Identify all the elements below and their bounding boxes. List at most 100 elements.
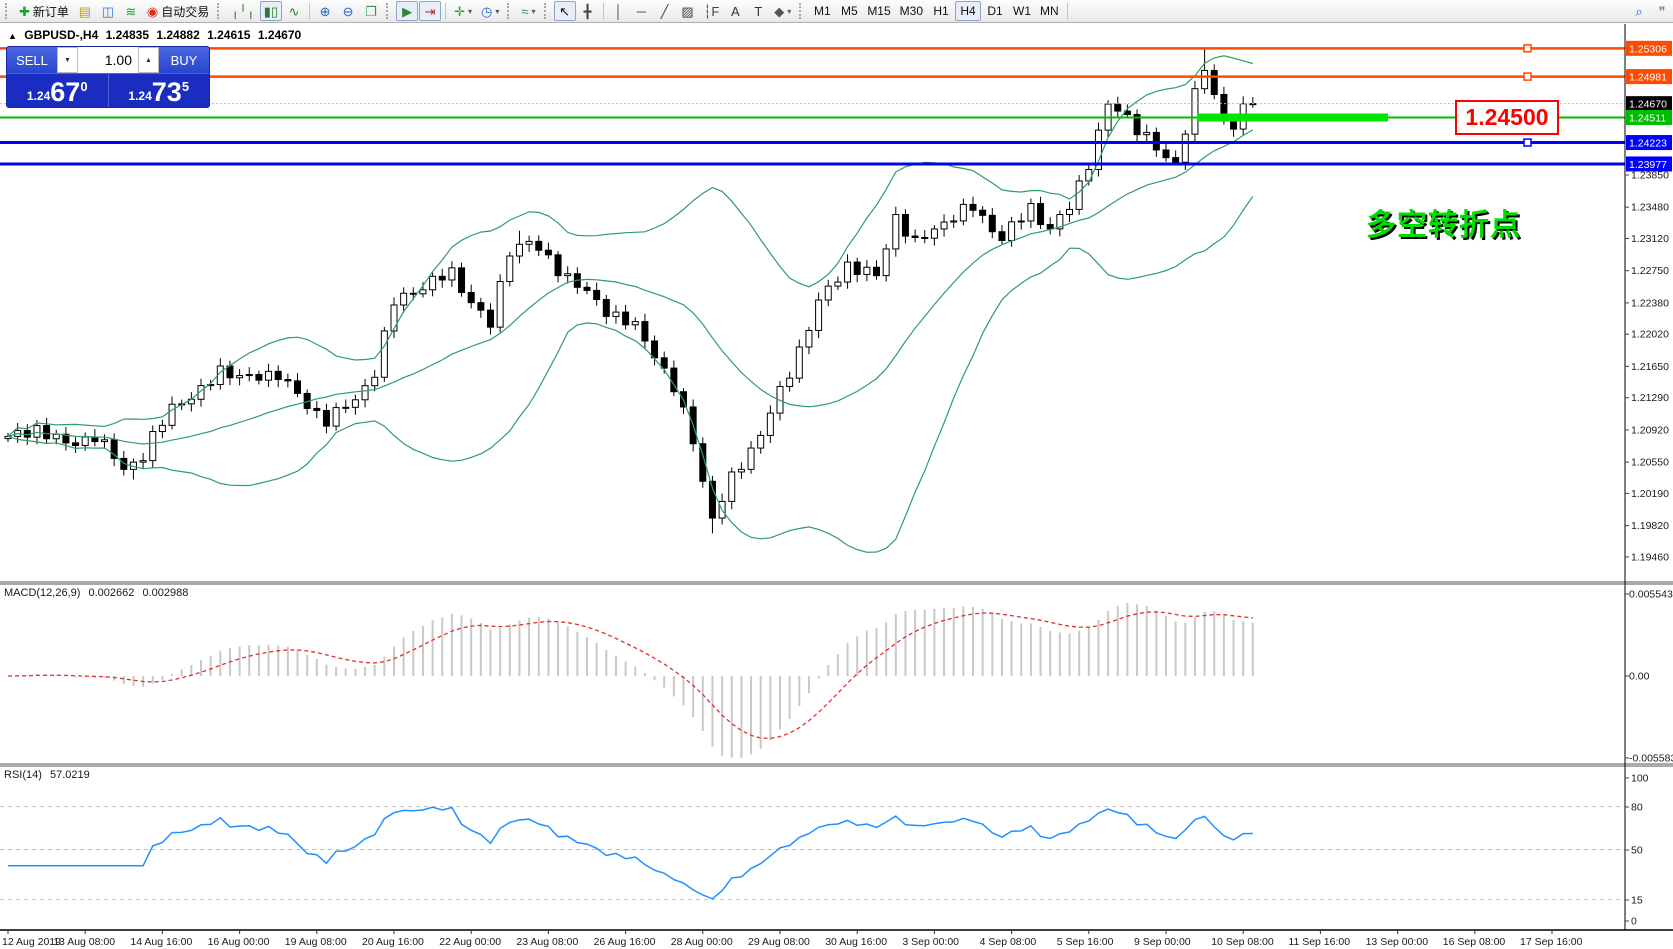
- zoom-out-icon: ⊖: [342, 3, 354, 19]
- time-tick-label: 17 Sep 16:00: [1520, 936, 1583, 948]
- candle-body: [477, 302, 485, 311]
- resistance-line-anchor[interactable]: [1523, 72, 1532, 81]
- time-tick-label: 30 Aug 16:00: [825, 936, 887, 948]
- resistance-line-tag-label: 1.24981: [1629, 72, 1667, 84]
- timeframe-m30-button[interactable]: M30: [896, 1, 927, 21]
- timeframe-m5-button[interactable]: M5: [836, 1, 862, 21]
- text-label-button[interactable]: T: [747, 1, 769, 21]
- timeframe-m15-button[interactable]: M15: [863, 1, 894, 21]
- buy-button[interactable]: BUY: [159, 47, 209, 73]
- price-annotation-box[interactable]: 1.24500: [1455, 100, 1559, 135]
- bar-chart-button[interactable]: ╷╵╷: [227, 1, 258, 21]
- auto-scroll-button[interactable]: ▶: [396, 1, 419, 21]
- tile-windows-button[interactable]: ❐: [360, 1, 382, 21]
- support-line-upper-anchor[interactable]: [1523, 138, 1532, 147]
- toolbar-sep: [445, 3, 447, 19]
- candle-body: [815, 299, 823, 331]
- timeframe-m5-button-label: M5: [840, 4, 858, 18]
- buy-price[interactable]: 1.24 73 5: [108, 74, 209, 107]
- timeframe-d1-button[interactable]: D1: [982, 1, 1008, 21]
- time-tick-label: 16 Sep 08:00: [1443, 936, 1506, 948]
- time-tick-label: 29 Aug 08:00: [748, 936, 810, 948]
- market-watch-button[interactable]: ▤: [74, 1, 96, 21]
- resistance-line-upper-anchor[interactable]: [1523, 44, 1532, 53]
- vertical-line-button[interactable]: │: [608, 1, 630, 21]
- timeframe-h1-button[interactable]: H1: [928, 1, 954, 21]
- candle-body: [554, 254, 562, 277]
- autotrading-button[interactable]: ◉ 自动交易: [143, 1, 213, 21]
- candle-body: [950, 220, 958, 223]
- zoom-out-button[interactable]: ⊖: [337, 1, 359, 21]
- pivot-line-highlight[interactable]: [1197, 113, 1388, 122]
- candle-body: [284, 379, 292, 382]
- text-button[interactable]: A: [724, 1, 746, 21]
- line-chart-icon: ∿: [288, 3, 300, 19]
- equidistant-channel-button[interactable]: ▨: [677, 1, 699, 21]
- timeframe-w1-button[interactable]: W1: [1009, 1, 1035, 21]
- search-button[interactable]: ⌕: [1628, 1, 1650, 21]
- data-window-button[interactable]: ◫: [97, 1, 119, 21]
- toolbar-grip: [543, 3, 550, 19]
- toolbar-sep: [1066, 3, 1068, 19]
- candle-body: [612, 311, 620, 317]
- line-chart-button[interactable]: ∿: [283, 1, 305, 21]
- cursor-button[interactable]: ↖: [553, 1, 576, 21]
- collapse-panel-icon[interactable]: ▲: [8, 31, 17, 41]
- candle-body: [110, 439, 118, 459]
- candle-body: [651, 340, 659, 359]
- timeframe-m1-button[interactable]: M1: [809, 1, 835, 21]
- rsi-tick-label: 100: [1631, 773, 1649, 785]
- volume-up-button[interactable]: ▲: [138, 47, 159, 73]
- fibonacci-button[interactable]: ┆F: [700, 1, 724, 21]
- timeframe-mn-button[interactable]: MN: [1036, 1, 1063, 21]
- signals-button[interactable]: ≋: [120, 1, 142, 21]
- bollinger-bands: [7, 55, 1254, 553]
- candle-body: [139, 460, 147, 463]
- timeframe-h4-button[interactable]: H4: [955, 1, 981, 21]
- candle-body: [1181, 133, 1189, 163]
- crosshair-button[interactable]: ╋: [577, 1, 599, 21]
- chart-canvas[interactable]: 1.253061.249811.246701.245111.242231.239…: [0, 0, 1673, 949]
- candle-body: [998, 231, 1006, 241]
- price-tick-label: 1.22750: [1631, 265, 1669, 277]
- rsi-tick-label: 80: [1631, 802, 1643, 814]
- new-order-button[interactable]: ✚ 新订单: [15, 1, 73, 21]
- price-tick-label: 1.21290: [1631, 392, 1669, 404]
- candle-body: [361, 385, 369, 401]
- sell-button[interactable]: SELL: [7, 47, 57, 73]
- chart-shift-button[interactable]: ⇥: [419, 1, 442, 21]
- search-icon: ⌕: [1635, 3, 1643, 19]
- rsi-name: RSI(14): [4, 769, 42, 781]
- chat-button[interactable]: ❞: [1651, 1, 1673, 21]
- candle-body: [786, 377, 794, 387]
- macd-tick-label: 0.00: [1629, 671, 1650, 683]
- horizontal-line-button[interactable]: ─: [631, 1, 653, 21]
- candle-body: [101, 439, 108, 443]
- turning-point-annotation[interactable]: 多空转折点: [1366, 200, 1521, 244]
- sell-price[interactable]: 1.24 67 0: [7, 74, 109, 107]
- candle-body: [515, 243, 523, 257]
- candle-body: [834, 281, 842, 287]
- trendline-button[interactable]: ╱: [654, 1, 676, 21]
- candle-body: [438, 275, 446, 281]
- templates-button[interactable]: ≈ ▾: [517, 1, 539, 21]
- candle-body: [747, 447, 755, 470]
- indicators-icon: ✛: [454, 3, 465, 19]
- candle-body: [33, 425, 41, 438]
- candle-body: [911, 235, 919, 238]
- time-tick-label: 9 Sep 00:00: [1134, 936, 1191, 948]
- periods-button[interactable]: ◷ ▾: [477, 1, 503, 21]
- volume-input[interactable]: 1.00: [78, 47, 138, 73]
- candle-body: [487, 309, 494, 328]
- shapes-button[interactable]: ◆ ▾: [770, 1, 795, 21]
- sell-price-sup: 0: [80, 79, 88, 94]
- candle-body: [844, 261, 852, 283]
- indicators-button[interactable]: ✛ ▾: [450, 1, 476, 21]
- text-icon: A: [730, 3, 740, 19]
- toolbar-grip: [507, 3, 513, 19]
- price-tick-label: 1.23480: [1631, 202, 1669, 214]
- buy-price-prefix: 1.24: [128, 89, 152, 103]
- volume-down-button[interactable]: ▼: [57, 47, 78, 73]
- candlestick-chart-button[interactable]: ▮▯: [259, 1, 283, 21]
- zoom-in-button[interactable]: ⊕: [314, 1, 336, 21]
